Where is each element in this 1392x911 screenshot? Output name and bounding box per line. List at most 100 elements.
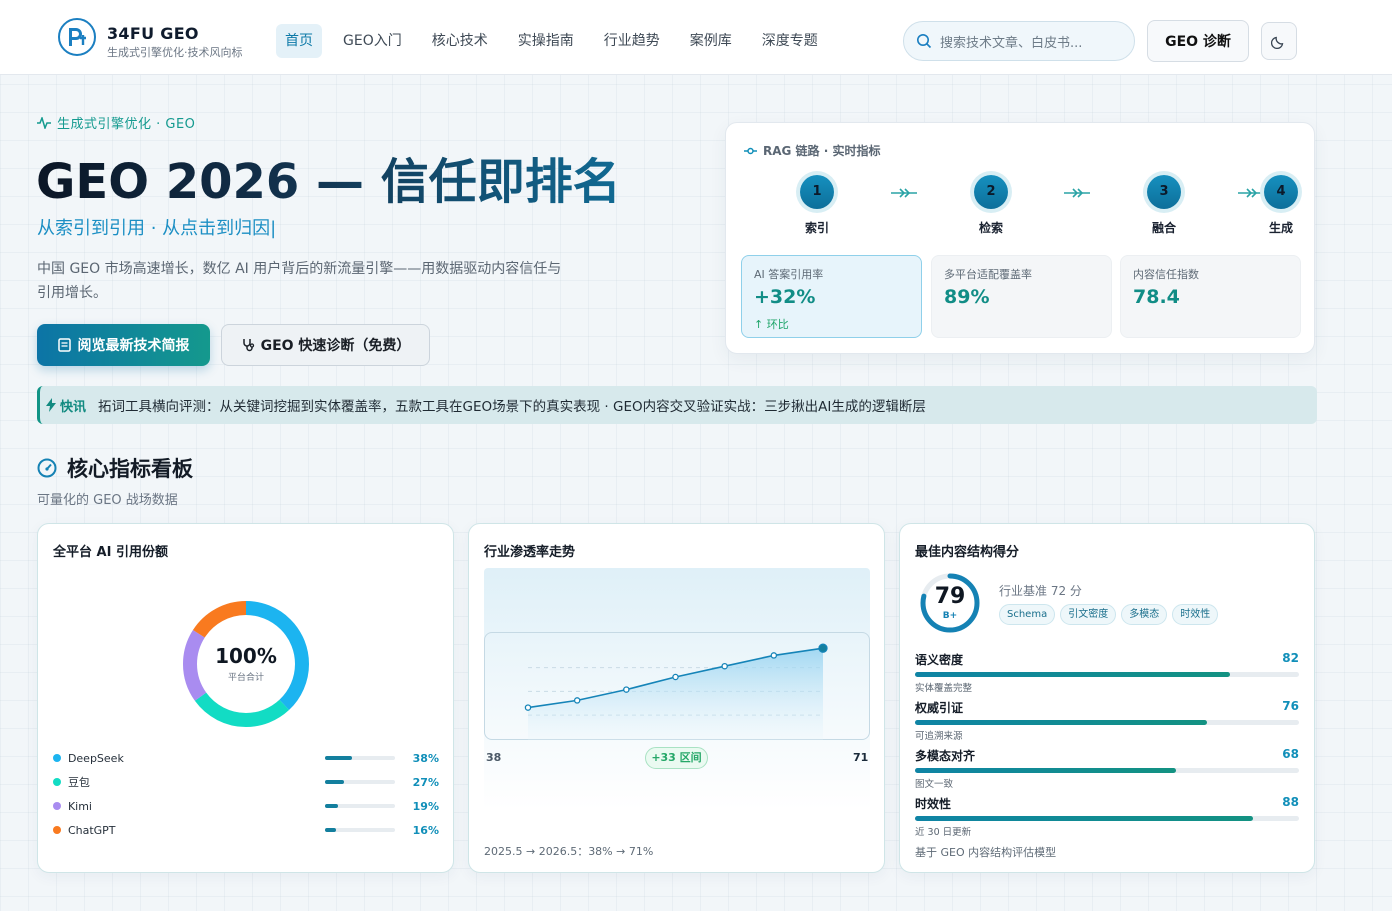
legend-name: 豆包: [67, 776, 90, 789]
brand-tagline: 生成式引擎优化·技术风向标: [107, 46, 243, 59]
read-briefing-button[interactable]: 阅览最新技术简报: [37, 324, 210, 366]
rag-pipeline-panel: RAG 链路 · 实时指标 1 索引 2 检索 3 融合 4 生成 AI 答案引…: [725, 122, 1315, 354]
geo-diagnosis-button[interactable]: GEO 诊断: [1147, 20, 1249, 62]
rag-step-generate: 4 生成: [1251, 175, 1311, 236]
section-subtitle: 可量化的 GEO 战场数据: [37, 493, 178, 508]
tag-freshness[interactable]: 时效性: [1172, 604, 1219, 625]
content-structure-score-card: 最佳内容结构得分 79 B+ 行业基准 72 分 Schema 引文密度 多模态…: [899, 523, 1315, 873]
legend-bar-fill: [324, 780, 345, 784]
nav-practice-guide[interactable]: 实操指南: [509, 24, 583, 58]
legend-value: 19%: [412, 799, 439, 813]
score-bar-row: 多模态对齐 68 图文一致: [915, 747, 1299, 790]
nav-deep-topics[interactable]: 深度专题: [753, 24, 827, 58]
trend-point[interactable]: [770, 652, 778, 659]
nav-core-tech[interactable]: 核心技术: [423, 24, 497, 58]
bar-value: 68: [1282, 747, 1299, 761]
document-icon: [57, 338, 71, 352]
trend-point[interactable]: [573, 697, 581, 704]
legend-name: Kimi: [67, 799, 92, 813]
hero-subtitle: 从索引到引用 · 从点击到归因|: [37, 218, 277, 239]
trend-point[interactable]: [721, 662, 728, 670]
theme-toggle-button[interactable]: [1261, 22, 1297, 60]
bar-track: [915, 816, 1299, 821]
metric-platform-coverage: 多平台适配覆盖率 89%: [931, 255, 1112, 338]
bar-head: 时效性 88: [915, 795, 1299, 812]
trend-point[interactable]: [524, 704, 532, 711]
bar-fill: [915, 768, 1177, 773]
pipeline-icon: [744, 147, 757, 154]
nav-home[interactable]: 首页: [276, 24, 322, 58]
bar-value: 88: [1282, 795, 1299, 809]
legend-name: ChatGPT: [67, 823, 116, 837]
tag-schema[interactable]: Schema: [999, 604, 1056, 625]
ticker-tag-text: 快讯: [60, 399, 87, 415]
legend-name: DeepSeek: [67, 751, 124, 765]
tag-citation-density[interactable]: 引文密度: [1060, 604, 1117, 625]
bar-name: 权威引证: [915, 701, 964, 715]
news-ticker[interactable]: 快讯 拓词工具横向评测：从关键词挖掘到实体覆盖率，五款工具在GEO场景下的真实表…: [37, 386, 1317, 424]
metric-citation-rate: AI 答案引用率 +32% ↑ 环比: [741, 255, 922, 338]
legend-bar-track: [324, 828, 396, 832]
quick-diagnosis-button[interactable]: GEO 快速诊断（免费）: [221, 324, 430, 366]
penetration-trend-card: 行业渗透率走势 38 +33 区间 71 2025.5 → 2026.5：38%…: [468, 523, 885, 873]
rag-title: RAG 链路 · 实时指标: [744, 142, 880, 159]
brand-logo-icon[interactable]: [58, 18, 96, 56]
search-input[interactable]: 搜索技术文章、白皮书...: [903, 21, 1135, 61]
rag-step-fusion: 3 融合: [1134, 175, 1194, 236]
nav-industry-trends[interactable]: 行业趋势: [595, 24, 669, 58]
rag-title-text: RAG 链路 · 实时指标: [763, 144, 881, 158]
donut-total: 100%: [215, 644, 277, 668]
legend-value: 38%: [412, 751, 439, 765]
donut-center: 100% 平台合计: [181, 644, 311, 683]
bar-head: 多模态对齐 68: [915, 747, 1299, 764]
step-label: 索引: [804, 221, 829, 235]
legend-bar-track: [324, 804, 396, 808]
ticker-text[interactable]: 拓词工具横向评测：从关键词挖掘到实体覆盖率，五款工具在GEO场景下的真实表现 ·…: [98, 395, 926, 415]
search-placeholder: 搜索技术文章、白皮书...: [940, 35, 1083, 51]
bar-track: [915, 768, 1299, 773]
rag-step-index: 1 索引: [787, 175, 847, 236]
tag-multimodal[interactable]: 多模态: [1121, 604, 1168, 625]
step-label: 生成: [1268, 221, 1293, 235]
nav-geo-intro[interactable]: GEO入门: [334, 24, 411, 58]
gauge-icon: [37, 458, 57, 478]
metric-value: 89%: [944, 286, 990, 308]
card-title: 行业渗透率走势: [484, 545, 576, 560]
nav-case-library[interactable]: 案例库: [681, 24, 741, 58]
score-bar-row: 语义密度 82 实体覆盖完整: [915, 651, 1299, 694]
bar-head: 语义密度 82: [915, 651, 1299, 668]
trend-point[interactable]: [623, 686, 630, 693]
brand-name[interactable]: 34FU GEO: [107, 24, 199, 43]
legend-bar-fill: [324, 828, 337, 832]
trend-point[interactable]: [818, 643, 828, 653]
section-title-text: 核心指标看板: [67, 457, 193, 481]
legend-bar-fill: [324, 804, 339, 808]
legend-row: DeepSeek 38%: [53, 749, 439, 767]
bar-head: 权威引证 76: [915, 699, 1299, 716]
hero-eyebrow: 生成式引擎优化 · GEO: [37, 113, 195, 132]
score-bar-row: 权威引证 76 可追溯来源: [915, 699, 1299, 742]
legend-swatch: [53, 754, 61, 762]
trend-point[interactable]: [672, 673, 679, 681]
bar-track: [915, 672, 1299, 677]
metric-trust-index: 内容信任指数 78.4: [1120, 255, 1301, 338]
metric-value: +32%: [754, 286, 816, 308]
bar-name: 语义密度: [915, 653, 964, 667]
section-title: 核心指标看板: [37, 453, 193, 483]
legend-row: Kimi 19%: [53, 797, 439, 815]
rag-step-retrieve: 2 检索: [961, 175, 1021, 236]
moon-icon: [1271, 36, 1284, 49]
bar-fill: [915, 672, 1230, 677]
arrow-link-icon: [891, 188, 917, 198]
legend-bar-track: [324, 780, 396, 784]
read-briefing-label: 阅览最新技术简报: [77, 338, 190, 354]
legend-swatch: [53, 778, 61, 786]
metric-value: 78.4: [1133, 286, 1180, 308]
bar-note: 可追溯来源: [915, 731, 963, 742]
card-title: 最佳内容结构得分: [915, 545, 1020, 560]
hero-title: GEO 2026 — 信任即排名: [36, 142, 621, 212]
bar-value: 76: [1282, 699, 1299, 713]
step-number: 4: [1264, 175, 1298, 209]
card-title: 全平台 AI 引用份额: [53, 545, 168, 560]
ticker-tag: 快讯: [46, 396, 86, 415]
